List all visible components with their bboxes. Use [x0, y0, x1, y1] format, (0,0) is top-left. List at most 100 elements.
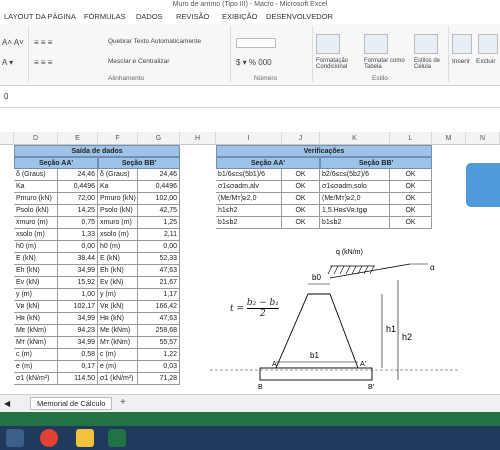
- output-label-a[interactable]: e (m): [14, 361, 58, 373]
- check-label-a[interactable]: (Mᴇ/Mᴛ)≥2,0: [216, 193, 282, 205]
- checks-title[interactable]: Verificações: [216, 145, 432, 157]
- output-value-b[interactable]: 52,33: [138, 253, 180, 265]
- output-label-b[interactable]: Hʀ (kN): [98, 313, 138, 325]
- column-header-h[interactable]: H: [180, 132, 216, 145]
- output-label-b[interactable]: Mᴛ (kNm): [98, 337, 138, 349]
- sheet-nav-icon[interactable]: ◀: [4, 399, 10, 408]
- output-label-b[interactable]: Eh (kN): [98, 265, 138, 277]
- check-status-b[interactable]: OK: [390, 205, 432, 217]
- sheet-tab-memorial[interactable]: Memorial de Cálculo: [30, 397, 113, 410]
- output-value-b[interactable]: 47,63: [138, 265, 180, 277]
- check-status-b[interactable]: OK: [390, 181, 432, 193]
- check-label-b[interactable]: 1,5.Hʀ≤Vʀ.tgφ: [320, 205, 390, 217]
- conditional-format-icon[interactable]: [316, 34, 340, 54]
- check-label-b[interactable]: σ1≤σadm,solo: [320, 181, 390, 193]
- output-value-a[interactable]: 0,75: [58, 217, 98, 229]
- output-label-b[interactable]: xsolo (m): [98, 229, 138, 241]
- output-label-a[interactable]: Hʀ (kN): [14, 313, 58, 325]
- output-value-a[interactable]: 34,99: [58, 337, 98, 349]
- output-label-a[interactable]: Ka: [14, 181, 58, 193]
- column-header-k[interactable]: K: [320, 132, 390, 145]
- output-value-a[interactable]: 0,17: [58, 361, 98, 373]
- output-label-b[interactable]: xmuro (m): [98, 217, 138, 229]
- output-value-b[interactable]: 0,00: [138, 241, 180, 253]
- format-table-button[interactable]: Formatar como Tabela: [364, 58, 410, 70]
- excel-icon[interactable]: [108, 429, 126, 447]
- output-label-b[interactable]: Ev (kN): [98, 277, 138, 289]
- output-value-b[interactable]: 258,68: [138, 325, 180, 337]
- checks-section-a[interactable]: Seção AA': [216, 157, 320, 169]
- output-label-b[interactable]: E (kN): [98, 253, 138, 265]
- output-label-b[interactable]: Psolo (kN): [98, 205, 138, 217]
- output-value-b[interactable]: 1,25: [138, 217, 180, 229]
- output-label-a[interactable]: xmuro (m): [14, 217, 58, 229]
- delete-icon[interactable]: [478, 34, 498, 54]
- output-value-a[interactable]: 1,33: [58, 229, 98, 241]
- formula-input[interactable]: 0: [4, 92, 8, 101]
- output-value-a[interactable]: 0,00: [58, 241, 98, 253]
- check-label-b[interactable]: b2/6≤c≤(5b2)/6: [320, 169, 390, 181]
- check-label-b[interactable]: (Mᴇ/Mᴛ)≥2,0: [320, 193, 390, 205]
- start-icon[interactable]: [6, 429, 24, 447]
- tab-data[interactable]: DADOS: [136, 12, 163, 21]
- output-label-a[interactable]: Pmuro (kN): [14, 193, 58, 205]
- add-sheet-button[interactable]: +: [120, 397, 126, 408]
- check-label-a[interactable]: b1/6≤c≤(5b1)/6: [216, 169, 282, 181]
- output-title[interactable]: Saída de dados: [14, 145, 180, 157]
- output-label-a[interactable]: y (m): [14, 289, 58, 301]
- output-label-a[interactable]: E (kN): [14, 253, 58, 265]
- cell-styles-button[interactable]: Estilos de Célula: [414, 58, 448, 70]
- output-value-b[interactable]: 2,11: [138, 229, 180, 241]
- output-label-a[interactable]: Vʀ (kN): [14, 301, 58, 313]
- align-top-icon[interactable]: ≡ ≡ ≡: [34, 38, 52, 47]
- output-value-b[interactable]: 0,4496: [138, 181, 180, 193]
- output-label-a[interactable]: Mᴛ (kNm): [14, 337, 58, 349]
- check-label-a[interactable]: σ1≤σadm,alv: [216, 181, 282, 193]
- output-value-b[interactable]: 24,46: [138, 169, 180, 181]
- output-label-b[interactable]: Vʀ (kN): [98, 301, 138, 313]
- output-value-a[interactable]: 102,17: [58, 301, 98, 313]
- tab-formulas[interactable]: FÓRMULAS: [84, 12, 126, 21]
- output-value-b[interactable]: 47,63: [138, 313, 180, 325]
- tab-developer[interactable]: DESENVOLVEDOR: [266, 12, 333, 21]
- output-value-a[interactable]: 34,99: [58, 265, 98, 277]
- column-header-l[interactable]: L: [390, 132, 432, 145]
- output-label-a[interactable]: xsolo (m): [14, 229, 58, 241]
- font-size-icon[interactable]: A˄ A˅: [2, 38, 24, 47]
- output-value-b[interactable]: 55,57: [138, 337, 180, 349]
- column-header-j[interactable]: J: [282, 132, 320, 145]
- output-value-a[interactable]: 34,99: [58, 313, 98, 325]
- output-value-a[interactable]: 15,92: [58, 277, 98, 289]
- output-label-a[interactable]: Ev (kN): [14, 277, 58, 289]
- insert-icon[interactable]: [452, 34, 472, 54]
- output-label-b[interactable]: y (m): [98, 289, 138, 301]
- output-value-a[interactable]: 1,00: [58, 289, 98, 301]
- tab-view[interactable]: EXIBIÇÃO: [222, 12, 257, 21]
- output-label-a[interactable]: Eh (kN): [14, 265, 58, 277]
- output-label-a[interactable]: Mᴇ (kNm): [14, 325, 58, 337]
- column-header-n[interactable]: N: [466, 132, 500, 145]
- align-left-icon[interactable]: ≡ ≡ ≡: [34, 58, 52, 67]
- column-header-d[interactable]: D: [14, 132, 58, 145]
- output-section-b[interactable]: Seção BB': [98, 157, 180, 169]
- chrome-icon[interactable]: [40, 429, 58, 447]
- output-value-b[interactable]: 166,42: [138, 301, 180, 313]
- checks-section-b[interactable]: Seção BB': [320, 157, 432, 169]
- output-label-a[interactable]: δ (Graus): [14, 169, 58, 181]
- output-label-b[interactable]: h0 (m): [98, 241, 138, 253]
- output-label-b[interactable]: Mᴇ (kNm): [98, 325, 138, 337]
- output-label-b[interactable]: c (m): [98, 349, 138, 361]
- output-label-a[interactable]: σ1 (kN/m²): [14, 373, 58, 385]
- output-label-a[interactable]: c (m): [14, 349, 58, 361]
- column-header-g[interactable]: G: [138, 132, 180, 145]
- check-status-a[interactable]: OK: [282, 193, 320, 205]
- output-label-a[interactable]: h0 (m): [14, 241, 58, 253]
- output-value-a[interactable]: 14,25: [58, 205, 98, 217]
- output-value-a[interactable]: 0,4496: [58, 181, 98, 193]
- output-value-a[interactable]: 94,23: [58, 325, 98, 337]
- output-label-b[interactable]: σ1 (kN/m²): [98, 373, 138, 385]
- output-value-b[interactable]: 102,00: [138, 193, 180, 205]
- conditional-format-button[interactable]: Formatação Condicional: [316, 58, 360, 70]
- delete-button[interactable]: Excluir: [476, 58, 496, 65]
- output-label-b[interactable]: Pmuro (kN): [98, 193, 138, 205]
